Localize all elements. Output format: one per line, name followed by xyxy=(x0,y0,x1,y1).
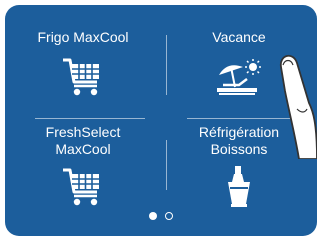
tile-freshselect-maxcool[interactable]: FreshSelect MaxCool xyxy=(5,124,161,219)
pointing-hand-icon xyxy=(280,54,317,159)
bottle-ice-bucket-icon xyxy=(228,166,250,207)
tile-label: Frigo MaxCool xyxy=(37,29,129,45)
shopping-cart-icon xyxy=(63,168,99,206)
beach-vacation-icon xyxy=(217,59,261,95)
page-indicator xyxy=(5,207,317,225)
tile-label: Vacance xyxy=(212,29,266,45)
tile-label: FreshSelect MaxCool xyxy=(45,124,121,157)
shopping-cart-icon xyxy=(63,58,99,96)
appliance-display: Frigo MaxCool Vacance FreshSelect MaxCoo… xyxy=(5,5,317,236)
tile-frigo-maxcool[interactable]: Frigo MaxCool xyxy=(5,29,161,124)
page-dot-active[interactable] xyxy=(148,211,157,220)
page-dot-inactive[interactable] xyxy=(165,211,174,220)
